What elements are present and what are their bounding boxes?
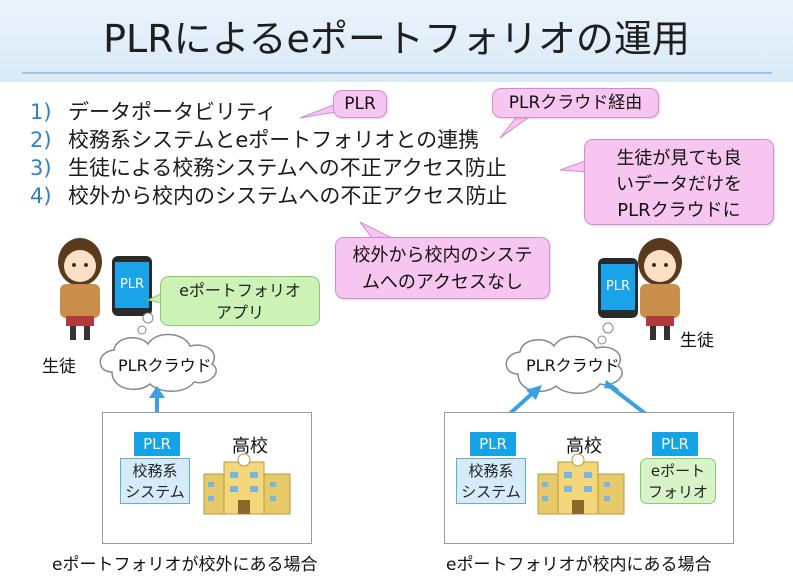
right-school-building-icon [537, 453, 625, 515]
right-caption: eポートフォリオが校内にある場合 [446, 555, 712, 575]
